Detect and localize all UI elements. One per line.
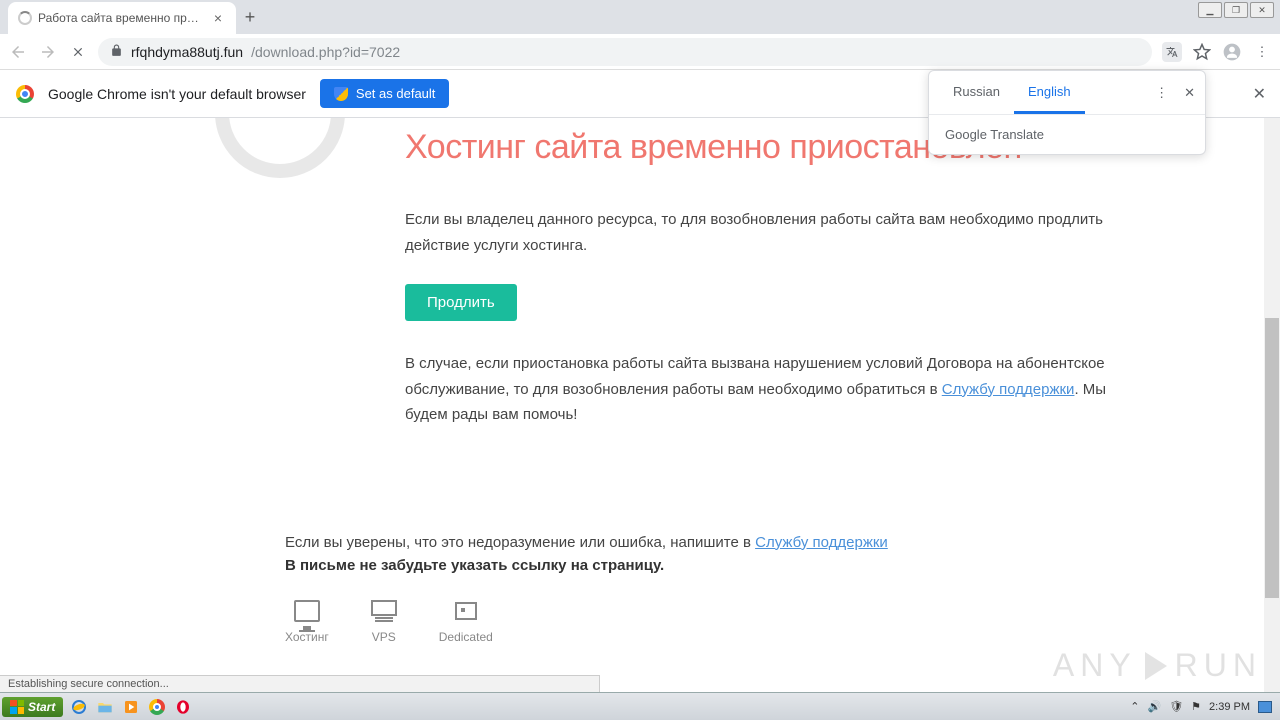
browser-tab[interactable]: Работа сайта временно приостано × [8, 2, 236, 34]
renew-button[interactable]: Продлить [405, 284, 517, 321]
set-default-label: Set as default [356, 86, 436, 101]
start-label: Start [28, 700, 55, 714]
arrow-left-icon [9, 43, 27, 61]
tray-expand-icon[interactable]: ⌃ [1130, 700, 1139, 713]
system-tray: ⌃ 🔊 🛡 ⚑ 2:39 PM [1130, 700, 1278, 713]
vps-link[interactable]: VPS [371, 600, 397, 644]
chrome-menu-icon[interactable]: ⋮ [1252, 42, 1272, 62]
tray-volume-icon[interactable]: 🔊 [1147, 700, 1161, 713]
dedicated-label: Dedicated [439, 630, 493, 644]
tab-close-icon[interactable]: × [210, 10, 226, 26]
hosting-label: Хостинг [285, 630, 329, 644]
translate-popup: Russian English ⋮ ✕ Google Translate [928, 70, 1206, 155]
translate-close-icon[interactable]: ✕ [1184, 85, 1195, 101]
dedicated-icon [453, 600, 479, 622]
taskbar-media-icon[interactable] [119, 696, 143, 718]
tray-clock[interactable]: 2:39 PM [1209, 701, 1250, 713]
dedicated-link[interactable]: Dedicated [439, 600, 493, 644]
support-link-2[interactable]: Службу поддержки [755, 534, 888, 551]
vps-icon [371, 600, 397, 622]
tray-security-icon[interactable]: 🛡 [1169, 700, 1183, 713]
tray-flag-icon[interactable]: ⚑ [1191, 700, 1201, 713]
translate-menu-icon[interactable]: ⋮ [1155, 85, 1168, 101]
anyrun-watermark: ANY RUN [1053, 647, 1262, 684]
hosting-link[interactable]: Хостинг [285, 600, 329, 644]
windows-logo-icon [10, 700, 24, 714]
forward-button[interactable] [38, 42, 58, 62]
vertical-scrollbar[interactable] [1264, 118, 1280, 692]
translate-word: Translate [987, 127, 1044, 142]
translate-footer: Google Translate [929, 115, 1205, 154]
chrome-logo-icon [16, 85, 34, 103]
intro-paragraph: Если вы владелец данного ресурса, то для… [405, 207, 1125, 258]
set-default-button[interactable]: Set as default [320, 79, 450, 108]
window-close-button[interactable]: ✕ [1250, 2, 1274, 18]
bookmark-star-icon[interactable] [1192, 42, 1212, 62]
contract-paragraph: В случае, если приостановка работы сайта… [405, 351, 1125, 428]
start-button[interactable]: Start [2, 697, 63, 717]
tray-desktop-icon[interactable] [1258, 701, 1272, 713]
suspended-ring-icon [215, 118, 345, 178]
page-viewport: Хостинг сайта временно приостановлен Есл… [0, 118, 1280, 692]
shield-icon [334, 87, 348, 101]
url-host: rfqhdyma88utj.fun [131, 44, 243, 60]
hosting-icon [294, 600, 320, 622]
translate-tab-english[interactable]: English [1014, 71, 1085, 114]
new-tab-button[interactable]: + [236, 7, 264, 28]
maximize-button[interactable]: ❐ [1224, 2, 1248, 18]
taskbar-explorer-icon[interactable] [93, 696, 117, 718]
browser-toolbar: rfqhdyma88utj.fun/download.php?id=7022 ⋮ [0, 34, 1280, 70]
close-icon [71, 45, 85, 59]
url-path: /download.php?id=7022 [251, 44, 400, 60]
tab-title: Работа сайта временно приостано [38, 11, 204, 25]
stop-reload-button[interactable] [68, 42, 88, 62]
loading-spinner-icon [18, 11, 32, 25]
tab-strip: Работа сайта временно приостано × + ▁ ❐ … [0, 0, 1280, 34]
taskbar-chrome-icon[interactable] [145, 696, 169, 718]
infobar-text: Google Chrome isn't your default browser [48, 86, 306, 102]
service-links: Хостинг VPS Dedicated [285, 600, 1125, 644]
status-bar: Establishing secure connection... [0, 675, 600, 692]
footer-line-1: Если вы уверены, что это недоразумение и… [285, 534, 1125, 551]
translate-icon[interactable] [1162, 42, 1182, 62]
taskbar-ie-icon[interactable] [67, 696, 91, 718]
back-button[interactable] [8, 42, 28, 62]
translate-tab-russian[interactable]: Russian [939, 71, 1014, 114]
scrollbar-thumb[interactable] [1265, 318, 1279, 598]
window-controls: ▁ ❐ ✕ [1198, 2, 1274, 18]
google-brand: Google [945, 127, 987, 142]
f1-text: Если вы уверены, что это недоразумение и… [285, 534, 755, 551]
vps-label: VPS [371, 630, 397, 644]
footer-line-2: В письме не забудьте указать ссылку на с… [285, 557, 1125, 574]
profile-avatar-icon[interactable] [1222, 42, 1242, 62]
minimize-button[interactable]: ▁ [1198, 2, 1222, 18]
windows-taskbar: Start ⌃ 🔊 🛡 ⚑ 2:39 PM [0, 692, 1280, 720]
watermark-a: ANY [1053, 647, 1137, 684]
taskbar-opera-icon[interactable] [171, 696, 195, 718]
arrow-right-icon [39, 43, 57, 61]
watermark-b: RUN [1175, 647, 1262, 684]
lock-icon [110, 44, 123, 60]
address-bar[interactable]: rfqhdyma88utj.fun/download.php?id=7022 [98, 38, 1152, 66]
play-triangle-icon [1145, 652, 1167, 680]
support-link-1[interactable]: Службу поддержки [942, 381, 1075, 398]
infobar-close-icon[interactable]: ✕ [1253, 84, 1266, 104]
